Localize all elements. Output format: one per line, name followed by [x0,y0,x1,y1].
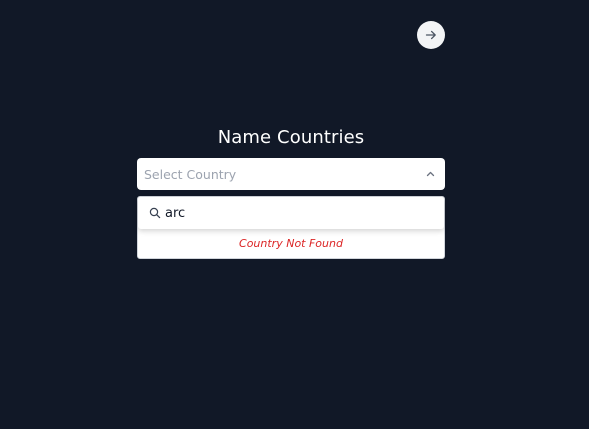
search-icon [149,207,161,219]
search-input[interactable] [165,205,415,221]
arrow-right-icon [425,29,437,41]
dropdown-search [138,197,444,229]
country-dropdown: Country Not Found [137,196,445,259]
empty-message: Country Not Found [239,237,343,250]
chevron-up-icon[interactable] [426,171,435,177]
next-button[interactable] [417,21,445,49]
page-title: Name Countries [217,127,365,148]
country-select[interactable]: Select Country [137,158,445,190]
select-placeholder: Select Country [144,166,237,182]
